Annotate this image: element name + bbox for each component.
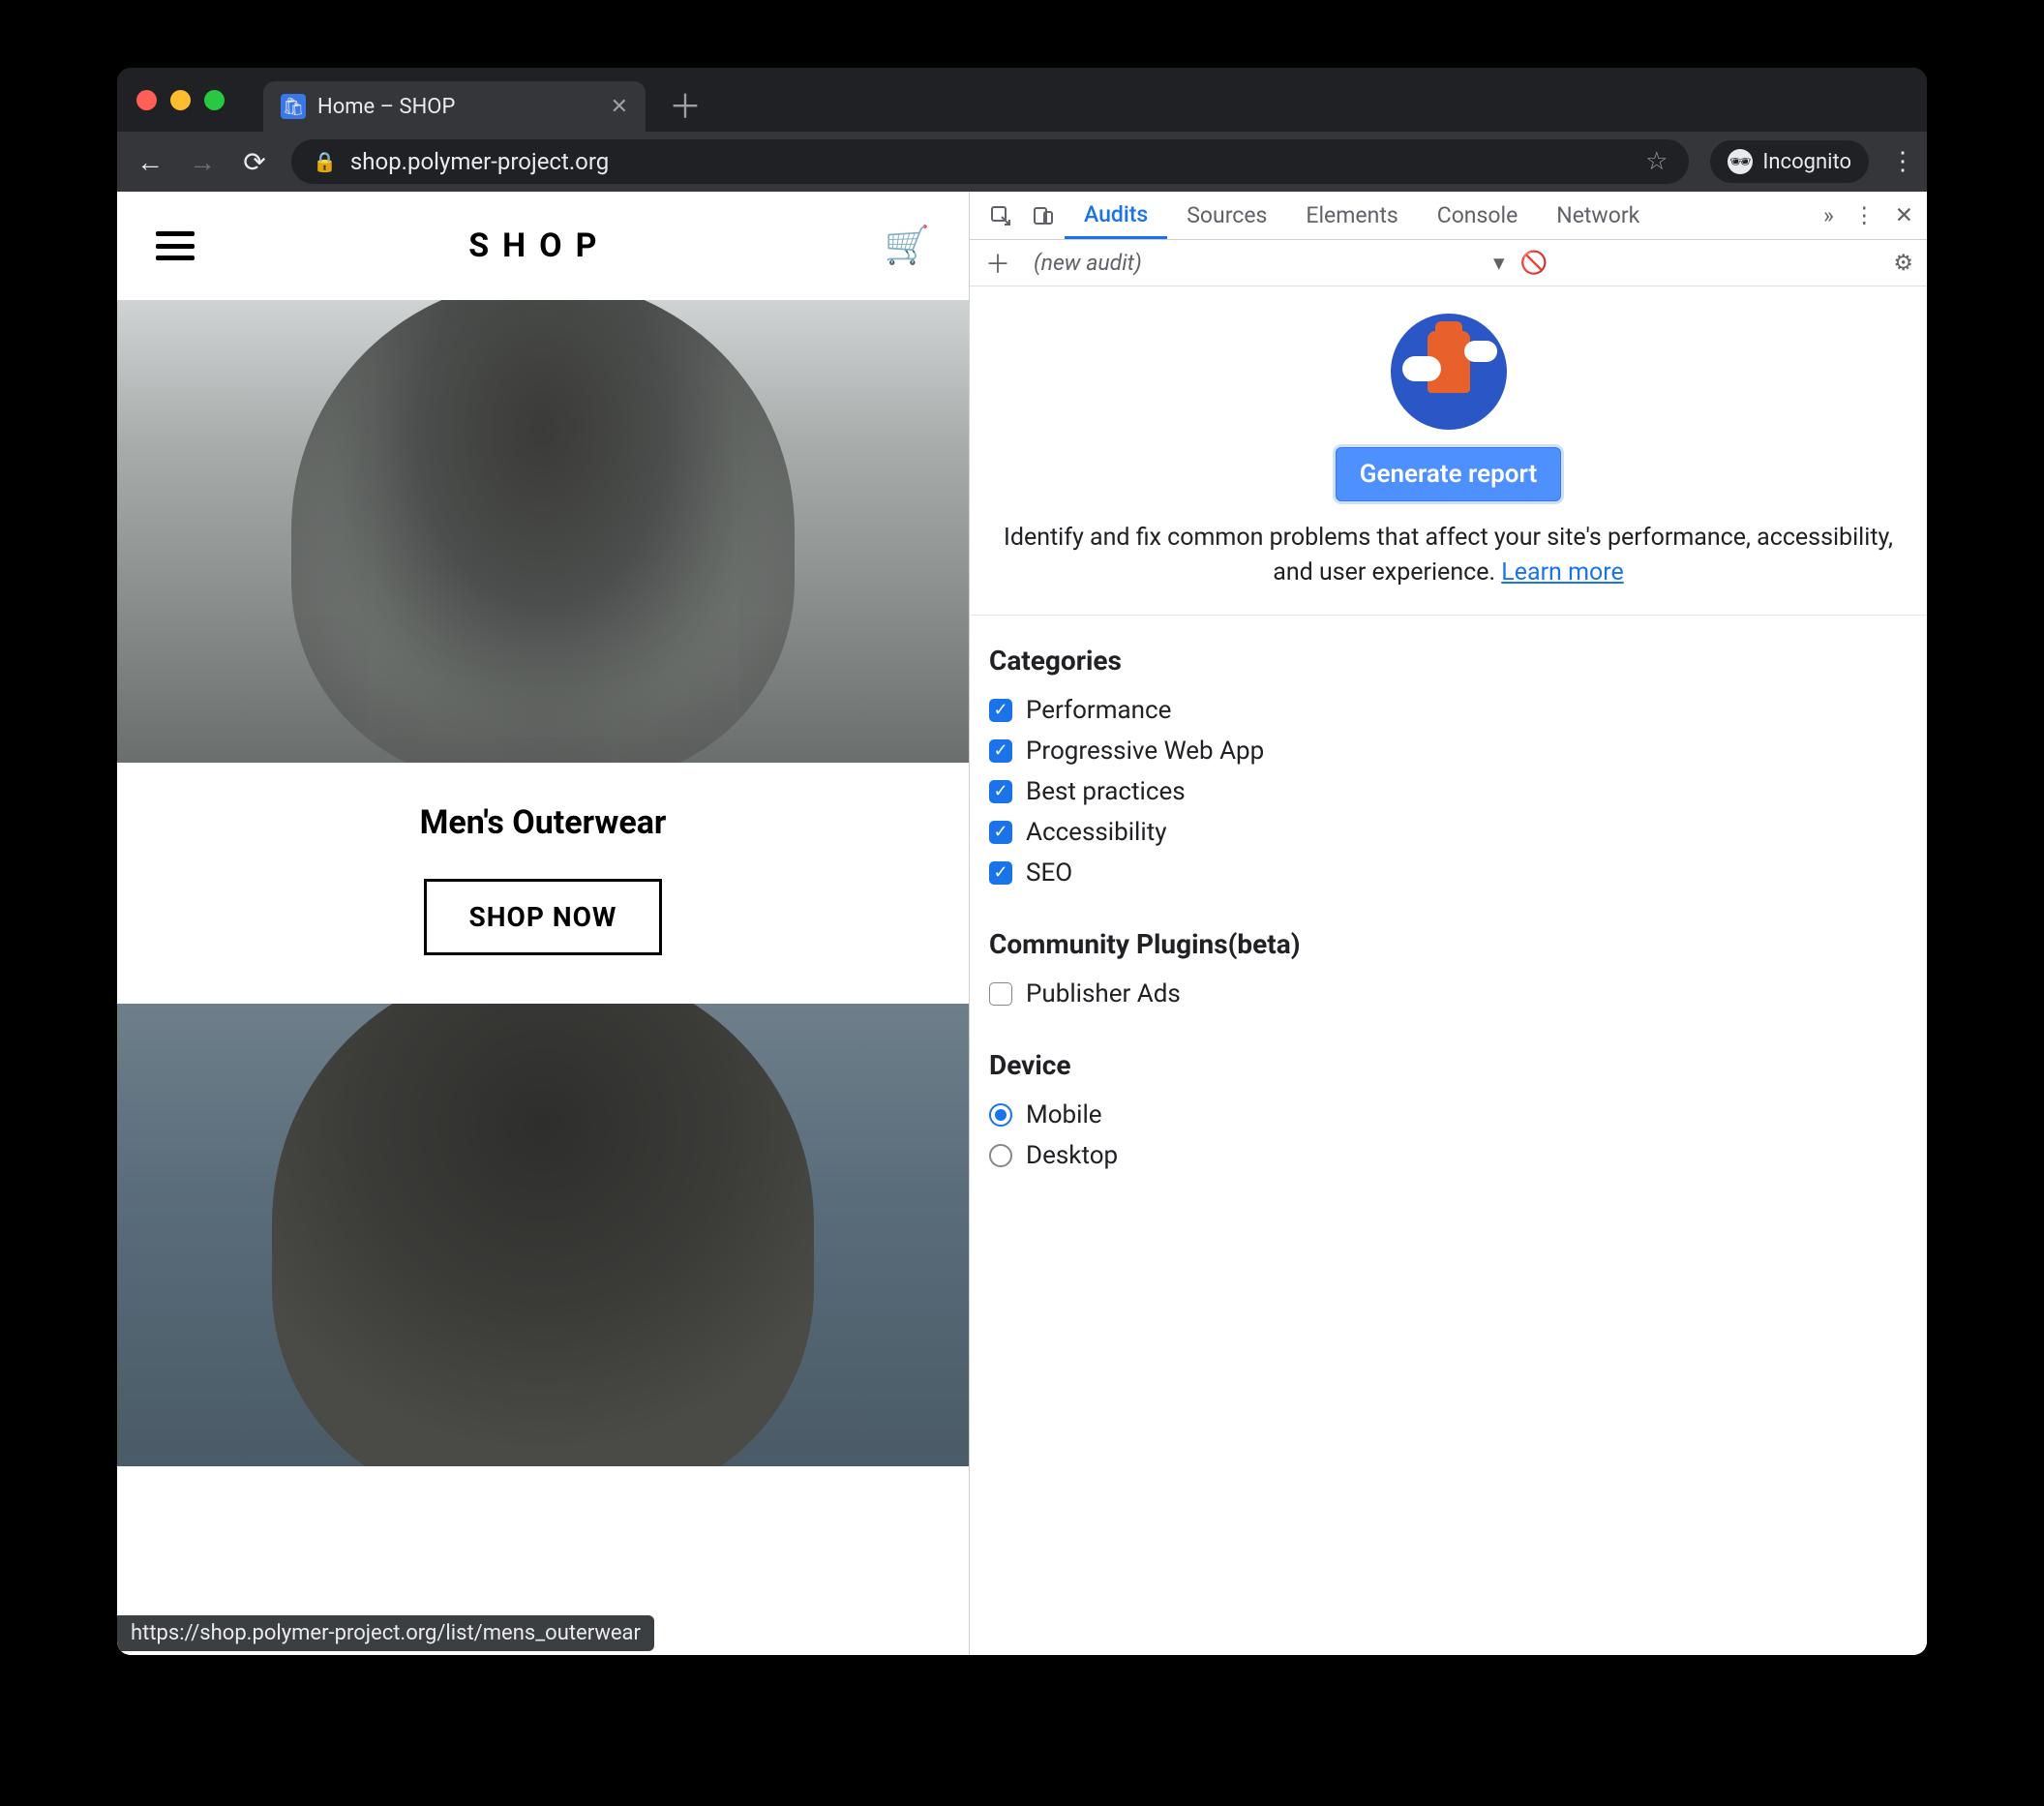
plugins-heading: Community Plugins(beta)	[989, 928, 1908, 960]
checkbox-icon[interactable]: ✓	[989, 780, 1012, 803]
device-group: Device Mobile Desktop	[989, 1049, 1908, 1176]
shop-now-button[interactable]: SHOP NOW	[424, 879, 663, 955]
site-viewport: SHOP 🛒 Men's Outerwear SHOP NOW https://…	[117, 192, 969, 1655]
incognito-icon: 🕶	[1728, 149, 1753, 174]
radio-icon[interactable]	[989, 1103, 1012, 1127]
url-text: shop.polymer-project.org	[350, 148, 1632, 175]
more-tabs-icon[interactable]: »	[1823, 202, 1834, 228]
category-label: Performance	[1026, 696, 1171, 725]
category-option[interactable]: ✓ Progressive Web App	[989, 731, 1908, 771]
audit-dropdown-label[interactable]: (new audit)	[1028, 250, 1148, 276]
browser-window: 🛍 Home – SHOP ✕ ＋ ← → ⟳ 🔒 shop.polymer-p…	[117, 68, 1927, 1655]
device-label: Desktop	[1026, 1141, 1118, 1170]
checkbox-icon[interactable]: ✓	[989, 861, 1012, 885]
categories-group: Categories ✓ Performance ✓ Progressive Web…	[989, 645, 1908, 893]
plugin-label: Publisher Ads	[1026, 979, 1181, 1008]
window-close-button[interactable]	[136, 90, 157, 110]
tab-favicon-icon: 🛍	[281, 94, 306, 119]
category-label: Best practices	[1026, 777, 1186, 806]
device-toolbar-icon[interactable]	[1022, 192, 1065, 239]
plugin-option[interactable]: ✓ Publisher Ads	[989, 974, 1908, 1014]
audits-blurb: Identify and fix common problems that af…	[999, 521, 1898, 591]
window-zoom-button[interactable]	[204, 90, 225, 110]
bookmark-star-icon[interactable]: ☆	[1645, 147, 1668, 176]
audits-options: Categories ✓ Performance ✓ Progressive Web…	[970, 616, 1927, 1240]
radio-icon[interactable]	[989, 1144, 1012, 1167]
site-logo[interactable]: SHOP	[468, 226, 610, 265]
tab-audits[interactable]: Audits	[1065, 192, 1167, 239]
category-option[interactable]: ✓ Performance	[989, 690, 1908, 731]
incognito-label: Incognito	[1762, 150, 1851, 174]
devtools-menu-icon[interactable]: ⋮	[1853, 202, 1876, 228]
category-option[interactable]: ✓ SEO	[989, 853, 1908, 893]
browser-tab[interactable]: 🛍 Home – SHOP ✕	[263, 81, 646, 132]
tab-network[interactable]: Network	[1537, 192, 1659, 239]
category-label: SEO	[1026, 858, 1072, 888]
checkbox-icon[interactable]: ✓	[989, 821, 1012, 844]
status-bar-url: https://shop.polymer-project.org/list/me…	[117, 1615, 654, 1651]
categories-heading: Categories	[989, 645, 1908, 677]
audits-settings-gear-icon[interactable]: ⚙	[1893, 250, 1913, 276]
window-controls	[136, 90, 225, 110]
forward-button[interactable]: →	[187, 146, 218, 178]
category-block: Men's Outerwear SHOP NOW	[117, 763, 969, 1004]
tab-console[interactable]: Console	[1418, 192, 1538, 239]
browser-menu-button[interactable]: ⋮	[1890, 147, 1909, 176]
new-tab-button[interactable]: ＋	[669, 80, 702, 128]
inspect-element-icon[interactable]	[979, 192, 1022, 239]
category-title: Men's Outerwear	[117, 803, 969, 842]
hero-image-secondary	[117, 1004, 969, 1466]
device-option[interactable]: Mobile	[989, 1095, 1908, 1135]
hamburger-menu-icon[interactable]	[156, 231, 195, 260]
audit-dropdown-caret-icon[interactable]: ▾	[1493, 250, 1505, 276]
category-label: Accessibility	[1026, 818, 1167, 847]
checkbox-icon[interactable]: ✓	[989, 739, 1012, 763]
hero-image-mens-outerwear	[117, 300, 969, 763]
audits-hero: Generate report Identify and fix common …	[970, 286, 1927, 616]
tab-elements[interactable]: Elements	[1286, 192, 1417, 239]
devtools-tabbar: Audits Sources Elements Console Network …	[970, 192, 1927, 240]
devtools-close-icon[interactable]: ✕	[1895, 202, 1913, 228]
window-minimize-button[interactable]	[170, 90, 191, 110]
browser-toolbar: ← → ⟳ 🔒 shop.polymer-project.org ☆ 🕶 Inc…	[117, 132, 1927, 192]
tab-sources[interactable]: Sources	[1167, 192, 1286, 239]
device-option[interactable]: Desktop	[989, 1135, 1908, 1176]
checkbox-icon[interactable]: ✓	[989, 699, 1012, 722]
learn-more-link[interactable]: Learn more	[1501, 558, 1623, 587]
reload-button[interactable]: ⟳	[239, 146, 270, 178]
devtools-panel: Audits Sources Elements Console Network …	[969, 192, 1927, 1655]
lighthouse-logo-icon	[1391, 314, 1507, 430]
checkbox-icon[interactable]: ✓	[989, 982, 1012, 1006]
tab-title: Home – SHOP	[317, 95, 599, 119]
incognito-badge[interactable]: 🕶 Incognito	[1710, 140, 1869, 183]
address-bar[interactable]: 🔒 shop.polymer-project.org ☆	[291, 139, 1689, 184]
category-label: Progressive Web App	[1026, 737, 1264, 766]
back-button[interactable]: ←	[135, 146, 165, 178]
category-option[interactable]: ✓ Accessibility	[989, 812, 1908, 853]
lock-icon: 🔒	[313, 150, 337, 173]
tab-close-icon[interactable]: ✕	[611, 95, 628, 119]
plugins-group: Community Plugins(beta) ✓ Publisher Ads	[989, 928, 1908, 1014]
generate-report-button[interactable]: Generate report	[1336, 447, 1561, 501]
clear-icon[interactable]: 🚫	[1520, 250, 1548, 276]
tab-strip: 🛍 Home – SHOP ✕ ＋	[117, 68, 1927, 132]
site-header: SHOP 🛒	[117, 192, 969, 300]
cart-icon[interactable]: 🛒	[885, 225, 930, 267]
content-area: SHOP 🛒 Men's Outerwear SHOP NOW https://…	[117, 192, 1927, 1655]
category-option[interactable]: ✓ Best practices	[989, 771, 1908, 812]
device-label: Mobile	[1026, 1100, 1102, 1129]
new-audit-plus-icon[interactable]: ＋	[983, 245, 1012, 281]
device-heading: Device	[989, 1049, 1908, 1081]
audits-subbar: ＋ (new audit) ▾ 🚫 ⚙	[970, 240, 1927, 286]
